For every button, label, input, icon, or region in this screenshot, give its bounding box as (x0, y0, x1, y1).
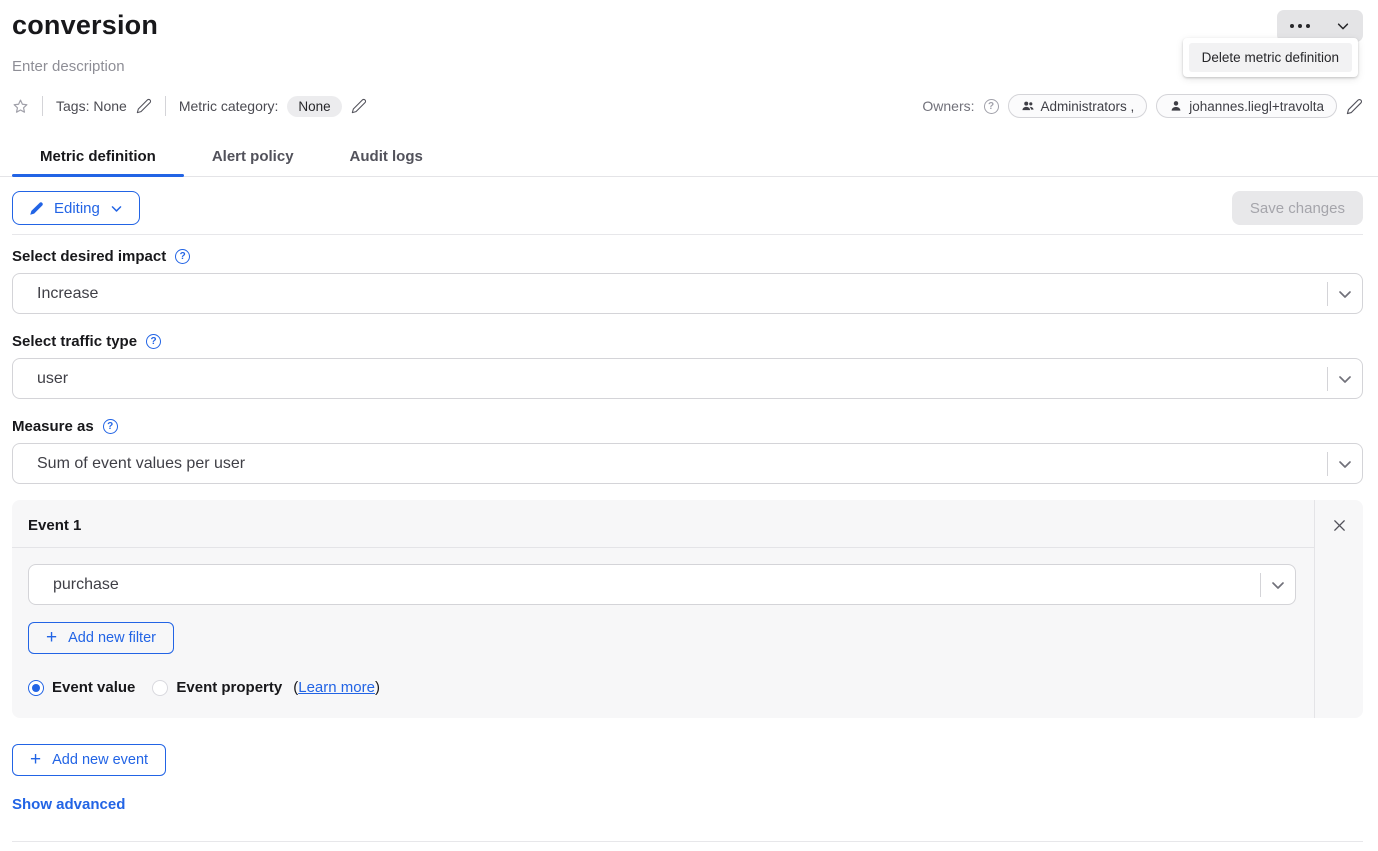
select-value: Increase (13, 285, 1327, 303)
tabs-bar: Metric definition Alert policy Audit log… (0, 142, 1378, 177)
divider (165, 96, 166, 116)
divider (12, 841, 1363, 842)
metric-category-value: None (287, 96, 341, 117)
event-property-radio-label: Event property (176, 679, 282, 696)
add-filter-label: Add new filter (68, 630, 156, 646)
help-icon[interactable]: ? (175, 249, 190, 264)
owner-pill-user[interactable]: johannes.liegl+travolta (1156, 94, 1337, 118)
measure-as-select[interactable]: Sum of event values per user (12, 443, 1363, 484)
chevron-down-icon (1337, 371, 1353, 387)
event-card: Event 1 purchase + Add new filter Event (12, 500, 1363, 718)
learn-more-link[interactable]: Learn more (298, 679, 375, 696)
field-traffic-type: Select traffic type ? user (12, 333, 1363, 399)
show-advanced-link[interactable]: Show advanced (12, 796, 125, 813)
chevron-down-icon (1337, 456, 1353, 472)
page-header: conversion Enter description Tags: None (0, 0, 1378, 118)
chevron-down-icon (1336, 19, 1350, 33)
edit-tags-button[interactable] (136, 98, 152, 114)
select-value: Sum of event values per user (13, 455, 1327, 473)
field-label: Select traffic type (12, 333, 137, 350)
owner-pill-label: johannes.liegl+travolta (1189, 99, 1324, 114)
pencil-icon (29, 201, 44, 216)
field-label: Select desired impact (12, 248, 166, 265)
pencil-icon (136, 98, 152, 114)
chevron-down-icon (1270, 577, 1286, 593)
event-value-radio[interactable] (28, 680, 44, 696)
pencil-icon (351, 98, 367, 114)
tab-audit-logs[interactable]: Audit logs (322, 142, 451, 176)
group-icon (1021, 99, 1035, 113)
chevron-down-icon (110, 202, 123, 215)
star-icon (12, 98, 29, 115)
remove-event-button[interactable] (1328, 514, 1350, 536)
event-name-select[interactable]: purchase (28, 564, 1296, 605)
event-property-radio[interactable] (152, 680, 168, 696)
event-card-side (1314, 500, 1363, 718)
divider (42, 96, 43, 116)
tab-metric-definition[interactable]: Metric definition (12, 142, 184, 176)
owner-pill-label: Administrators , (1041, 99, 1135, 114)
page-title: conversion (12, 10, 158, 41)
plus-icon: + (30, 750, 41, 769)
field-measure-as: Measure as ? Sum of event values per use… (12, 418, 1363, 484)
favorite-star-button[interactable] (12, 98, 29, 115)
add-new-filter-button[interactable]: + Add new filter (28, 622, 174, 654)
person-icon (1169, 99, 1183, 113)
save-changes-button[interactable]: Save changes (1232, 191, 1363, 225)
help-icon[interactable]: ? (146, 334, 161, 349)
event-card-title: Event 1 (12, 500, 1314, 547)
owners-label: Owners: (922, 98, 974, 114)
ellipsis-icon (1290, 24, 1310, 28)
add-new-event-button[interactable]: + Add new event (12, 744, 166, 776)
select-value: purchase (29, 576, 1260, 594)
help-icon[interactable]: ? (103, 419, 118, 434)
edit-metric-category-button[interactable] (351, 98, 367, 114)
field-label: Measure as (12, 418, 94, 435)
pencil-icon (1346, 98, 1363, 115)
add-event-label: Add new event (52, 752, 148, 768)
menu-item-delete-metric-definition[interactable]: Delete metric definition (1189, 43, 1352, 72)
metric-category-label: Metric category: (179, 98, 279, 114)
help-icon[interactable]: ? (984, 99, 999, 114)
close-icon (1332, 518, 1347, 533)
description-placeholder[interactable]: Enter description (12, 58, 1363, 75)
select-value: user (13, 370, 1327, 388)
chevron-down-icon (1337, 286, 1353, 302)
traffic-type-select[interactable]: user (12, 358, 1363, 399)
plus-icon: + (46, 628, 57, 647)
editing-mode-button[interactable]: Editing (12, 191, 140, 225)
tags-label: Tags: None (56, 98, 127, 114)
field-desired-impact: Select desired impact ? Increase (12, 248, 1363, 314)
actions-dropdown-menu: Delete metric definition (1183, 38, 1358, 77)
editing-label: Editing (54, 200, 100, 217)
edit-owners-button[interactable] (1346, 98, 1363, 115)
learn-more-suffix: ) (375, 679, 380, 696)
desired-impact-select[interactable]: Increase (12, 273, 1363, 314)
divider (12, 234, 1363, 235)
tab-alert-policy[interactable]: Alert policy (184, 142, 322, 176)
owner-pill-administrators[interactable]: Administrators , (1008, 94, 1148, 118)
event-value-radio-label: Event value (52, 679, 135, 696)
